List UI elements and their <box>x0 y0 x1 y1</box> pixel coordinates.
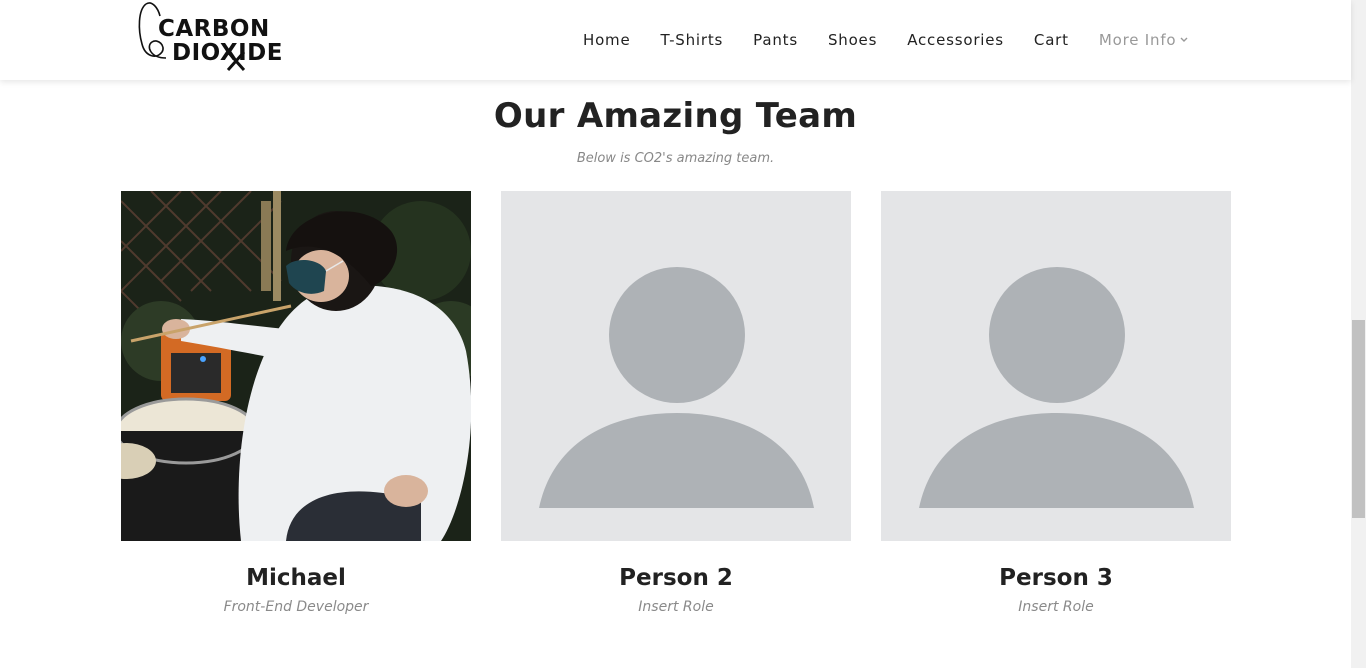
team-card: Person 3 Insert Role <box>881 191 1231 615</box>
page-scrollbar-thumb[interactable] <box>1352 320 1365 518</box>
team-card: Person 2 Insert Role <box>501 191 851 615</box>
nav-more-info-label: More Info <box>1098 31 1177 49</box>
team-member-photo <box>121 191 471 541</box>
nav-tshirts[interactable]: T-Shirts <box>661 30 724 50</box>
avatar-placeholder-icon <box>919 267 1194 508</box>
nav-accessories[interactable]: Accessories <box>907 30 1004 50</box>
team-member-role: Insert Role <box>1018 599 1094 615</box>
nav-more-info[interactable]: More Info <box>1099 30 1189 50</box>
brand-line-1: CARBON <box>158 16 270 42</box>
brand-logo[interactable]: CARBON DIOXIDE <box>136 0 288 72</box>
nav-home[interactable]: Home <box>583 30 631 50</box>
team-member-photo <box>881 191 1231 541</box>
site-header: CARBON DIOXIDE Home T-Shirts Pants Shoes… <box>0 0 1351 80</box>
section-subtitle: Below is CO2's amazing team. <box>576 151 775 166</box>
drummer-photo-illustration <box>121 191 471 541</box>
avatar-placeholder-icon <box>539 267 814 508</box>
nav-pants[interactable]: Pants <box>753 30 798 50</box>
main-nav: Home T-Shirts Pants Shoes Accessories Ca… <box>583 30 1188 50</box>
team-card: Michael Front-End Developer <box>121 191 471 615</box>
team-member-role: Front-End Developer <box>223 599 369 615</box>
team-member-role: Insert Role <box>638 599 714 615</box>
section-title: Our Amazing Team <box>493 96 858 136</box>
chevron-down-icon <box>1180 37 1188 42</box>
team-member-photo <box>501 191 851 541</box>
brand-line-2: DIOXIDE <box>172 40 283 66</box>
nav-cart[interactable]: Cart <box>1034 30 1069 50</box>
nav-shoes[interactable]: Shoes <box>828 30 877 50</box>
team-member-name: Person 2 <box>619 565 733 591</box>
team-member-name: Person 3 <box>999 565 1113 591</box>
team-member-name: Michael <box>246 565 346 591</box>
